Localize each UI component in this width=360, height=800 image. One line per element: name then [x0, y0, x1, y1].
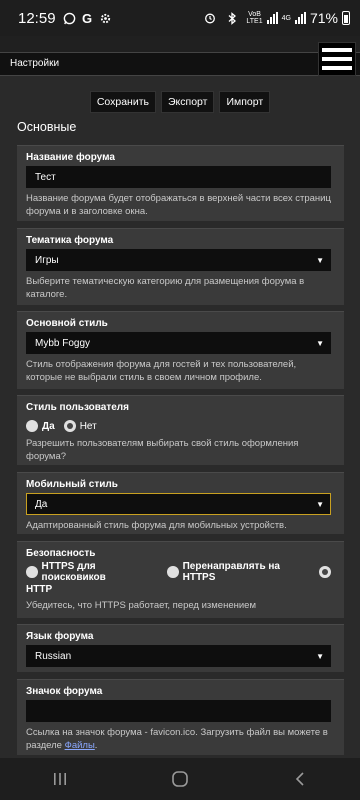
user-style-label: Стиль пользователя [26, 402, 129, 413]
forum-name-label: Название форума [26, 152, 115, 163]
status-time: 12:59 [18, 9, 56, 27]
main-style-value: Mybb Foggy [35, 337, 91, 349]
export-button[interactable]: Экспорт [161, 91, 215, 113]
forum-name-help: Название форума будет отображаться в вер… [26, 193, 331, 217]
mobile-style-help: Адаптированный стиль форума для мобильны… [26, 520, 287, 531]
battery-percent: 71% [309, 10, 338, 26]
mobile-style-label: Мобильный стиль [26, 479, 118, 490]
favicon-label: Значок форума [26, 686, 103, 697]
http-label: HTTP [26, 583, 53, 595]
save-button[interactable]: Сохранить [89, 91, 156, 113]
language-select[interactable]: Russian ▼ [26, 645, 331, 667]
menu-button[interactable] [318, 42, 356, 76]
main-style-select[interactable]: Mybb Foggy ▼ [26, 332, 331, 354]
https-search-radio[interactable] [26, 566, 38, 578]
bluetooth-icon [224, 11, 239, 26]
security-options: HTTPS для поисковиков Перенаправлять на … [26, 561, 335, 583]
title-bar: Настройки [0, 52, 360, 76]
status-bar: 12:59 G VoB LTE1 4G 71% [0, 0, 360, 36]
forum-topic-value: Игры [35, 254, 59, 266]
menu-line [322, 57, 352, 61]
menu-line [322, 48, 352, 52]
user-style-yes-label: Да [42, 420, 55, 432]
signal-2-icon [294, 12, 306, 24]
section-title: Основные [17, 120, 77, 134]
security-panel: Безопасность HTTPS для поисковиков Перен… [17, 541, 344, 618]
language-value: Russian [35, 650, 72, 662]
network-top: VoB [248, 11, 261, 18]
language-label: Язык форума [26, 631, 94, 642]
settings-icon [98, 11, 113, 26]
forum-topic-select[interactable]: Игры ▼ [26, 249, 331, 271]
page-title: Настройки [10, 58, 60, 69]
network-mid: LTE1 [246, 18, 263, 25]
menu-line [322, 66, 352, 70]
forum-topic-label: Тематика форума [26, 235, 114, 246]
signal-icon [266, 12, 278, 24]
recent-apps-icon[interactable] [40, 764, 80, 794]
main-style-label: Основной стиль [26, 318, 108, 329]
whatsapp-icon [62, 11, 77, 26]
language-panel: Язык форума Russian ▼ [17, 624, 344, 672]
forum-name-input[interactable]: Тест [26, 166, 331, 188]
forum-name-panel: Название форума Тест Название форума буд… [17, 145, 344, 221]
favicon-help-suffix: . [94, 740, 98, 751]
https-redirect-radio[interactable] [167, 566, 179, 578]
dropdown-arrow-icon: ▼ [316, 500, 324, 509]
battery-icon [342, 11, 350, 25]
security-options-row2: HTTP [26, 582, 335, 596]
security-label: Безопасность [26, 548, 96, 559]
main-style-help: Стиль отображения форума для гостей и те… [26, 359, 297, 383]
user-style-options: Да Нет [26, 416, 335, 436]
network-4g: 4G [281, 14, 291, 22]
dropdown-arrow-icon: ▼ [316, 256, 324, 265]
user-style-no-label: Нет [79, 420, 97, 432]
security-help: Убедитесь, что HTTPS работает, перед изм… [26, 600, 256, 611]
dropdown-arrow-icon: ▼ [316, 339, 324, 348]
home-icon[interactable] [160, 764, 200, 794]
alarm-icon [202, 11, 217, 26]
user-style-panel: Стиль пользователя Да Нет Разрешить поль… [17, 395, 344, 465]
network-type: VoB LTE1 [246, 11, 262, 25]
favicon-help: Ссылка на значок форума - favicon.ico. З… [26, 726, 335, 752]
user-style-help: Разрешить пользователям выбирать свой ст… [26, 438, 299, 462]
google-icon: G [81, 10, 93, 26]
navigation-bar [0, 758, 360, 800]
user-style-no-radio[interactable] [63, 420, 76, 432]
main-style-panel: Основной стиль Mybb Foggy ▼ Стиль отобра… [17, 311, 344, 389]
files-link[interactable]: Файлы [65, 740, 95, 751]
user-style-yes-radio[interactable] [26, 420, 38, 432]
forum-topic-panel: Тематика форума Игры ▼ Выберите тематиче… [17, 228, 344, 305]
toolbar: Сохранить Экспорт Импорт [0, 91, 360, 113]
forum-topic-help: Выберите тематическую категорию для разм… [26, 276, 305, 300]
mobile-style-panel: Мобильный стиль Да ▼ Адаптированный стил… [17, 472, 344, 534]
dropdown-arrow-icon: ▼ [316, 652, 324, 661]
back-icon[interactable] [280, 764, 320, 794]
mobile-style-value: Да [35, 498, 48, 510]
import-button[interactable]: Импорт [219, 91, 271, 113]
https-search-label: HTTPS для поисковиков [41, 561, 106, 583]
http-radio[interactable] [319, 566, 332, 578]
favicon-input[interactable] [26, 700, 331, 722]
https-redirect-label: Перенаправлять на HTTPS [182, 561, 280, 583]
mobile-style-select[interactable]: Да ▼ [26, 493, 331, 515]
status-right: VoB LTE1 4G 71% [202, 10, 350, 26]
favicon-panel: Значок форума Ссылка на значок форума - … [17, 679, 344, 755]
